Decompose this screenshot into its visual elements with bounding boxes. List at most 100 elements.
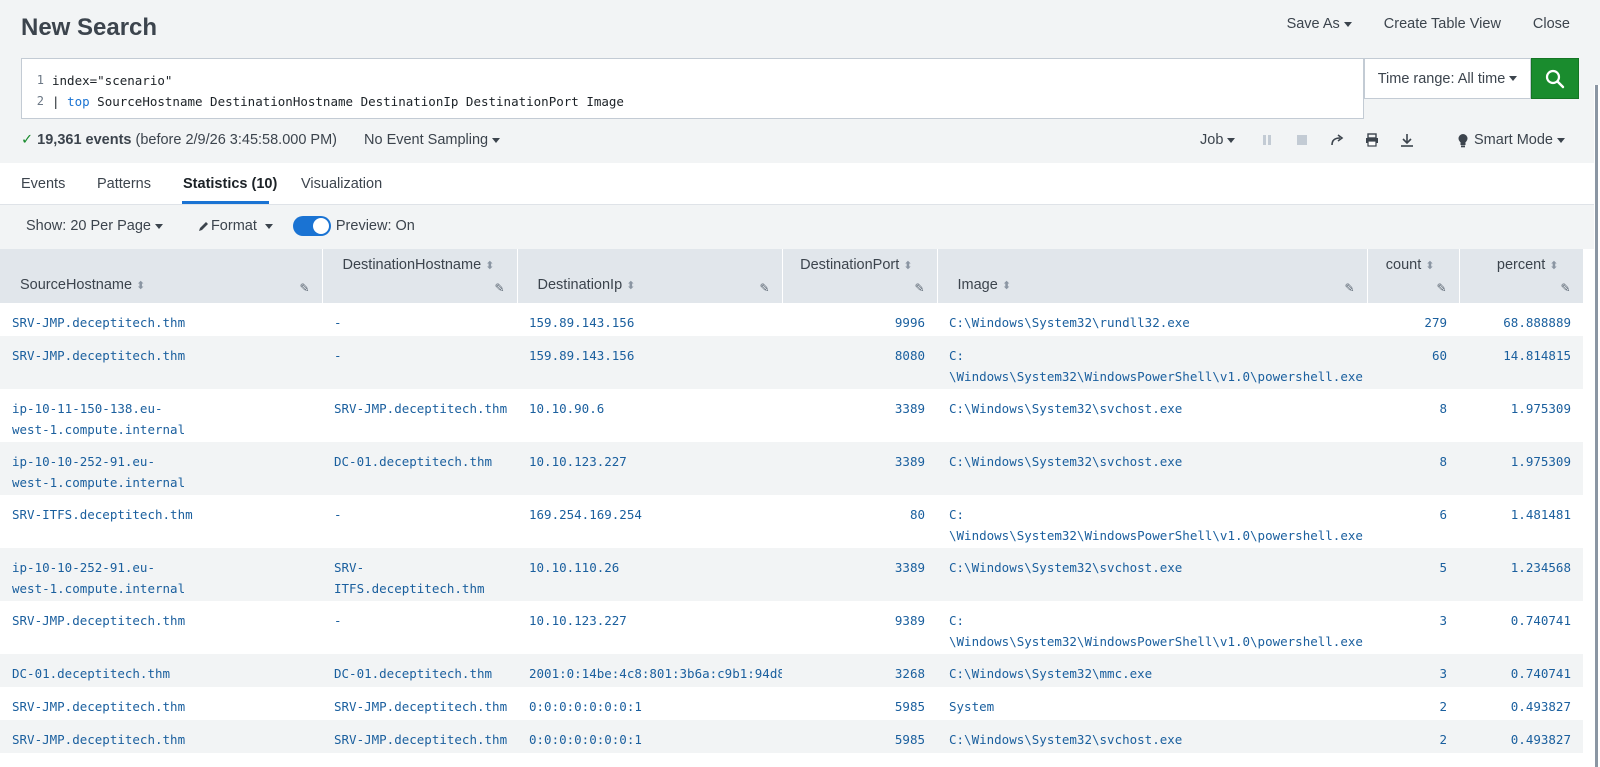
column-header-source-hostname[interactable]: SourceHostname ⬍ ✎ <box>0 249 323 303</box>
sort-icon[interactable]: ⬍ <box>903 260 912 272</box>
percent-cell[interactable]: 0.493827 <box>1459 720 1583 753</box>
edit-column-icon[interactable]: ✎ <box>299 281 309 295</box>
count-cell[interactable]: 8 <box>1367 389 1459 442</box>
column-header-destination-hostname[interactable]: DestinationHostname ⬍ ✎ <box>322 249 518 303</box>
event-sampling-dropdown[interactable]: No Event Sampling <box>364 132 501 148</box>
edit-column-icon[interactable]: ✎ <box>1436 281 1446 295</box>
source-hostname-cell[interactable]: SRV-JMP.deceptitech.thm <box>0 336 322 389</box>
percent-cell[interactable]: 0.740741 <box>1459 601 1583 654</box>
destination-port-cell[interactable]: 5985 <box>782 687 937 720</box>
image-cell[interactable]: C: \Windows\System32\WindowsPowerShell\v1… <box>937 601 1367 654</box>
percent-cell[interactable]: 1.234568 <box>1459 548 1583 601</box>
create-table-view-button[interactable]: Create Table View <box>1384 16 1501 32</box>
percent-cell[interactable]: 68.888889 <box>1459 303 1583 336</box>
destination-ip-cell[interactable]: 10.10.123.227 <box>517 442 782 495</box>
source-hostname-cell[interactable]: SRV-JMP.deceptitech.thm <box>0 687 322 720</box>
per-page-dropdown[interactable]: Show: 20 Per Page <box>26 218 163 234</box>
tab-events[interactable]: Events <box>21 176 65 192</box>
destination-port-cell[interactable]: 8080 <box>782 336 937 389</box>
sort-icon[interactable]: ⬍ <box>136 280 145 292</box>
percent-cell[interactable]: 14.814815 <box>1459 336 1583 389</box>
destination-hostname-cell[interactable]: - <box>322 495 517 548</box>
column-header-destination-port[interactable]: DestinationPort ⬍ ✎ <box>782 249 938 303</box>
tab-statistics[interactable]: Statistics (10) <box>183 176 277 192</box>
destination-hostname-cell[interactable]: SRV-JMP.deceptitech.thm <box>322 687 517 720</box>
destination-ip-cell[interactable]: 10.10.110.26 <box>517 548 782 601</box>
destination-port-cell[interactable]: 3268 <box>782 654 937 687</box>
destination-port-cell[interactable]: 9996 <box>782 303 937 336</box>
source-hostname-cell[interactable]: SRV-JMP.deceptitech.thm <box>0 720 322 753</box>
destination-hostname-cell[interactable]: SRV- ITFS.deceptitech.thm <box>322 548 517 601</box>
pause-icon[interactable] <box>1249 134 1284 146</box>
sort-icon[interactable]: ⬍ <box>485 260 494 272</box>
job-dropdown[interactable]: Job <box>1200 132 1236 148</box>
destination-port-cell[interactable]: 5985 <box>782 720 937 753</box>
count-cell[interactable]: 2 <box>1367 720 1459 753</box>
source-hostname-cell[interactable]: SRV-JMP.deceptitech.thm <box>0 303 322 336</box>
destination-ip-cell[interactable]: 10.10.123.227 <box>517 601 782 654</box>
destination-ip-cell[interactable]: 2001:0:14be:4c8:801:3b6a:c9b1:94d8 <box>517 654 782 687</box>
count-cell[interactable]: 279 <box>1367 303 1459 336</box>
destination-ip-cell[interactable]: 159.89.143.156 <box>517 336 782 389</box>
destination-port-cell[interactable]: 3389 <box>782 389 937 442</box>
destination-ip-cell[interactable]: 10.10.90.6 <box>517 389 782 442</box>
destination-hostname-cell[interactable]: SRV-JMP.deceptitech.thm <box>322 720 517 753</box>
edit-column-icon[interactable]: ✎ <box>1344 281 1354 295</box>
percent-cell[interactable]: 1.975309 <box>1459 442 1583 495</box>
sort-icon[interactable]: ⬍ <box>1002 280 1011 292</box>
sort-icon[interactable]: ⬍ <box>1549 260 1558 272</box>
image-cell[interactable]: C:\Windows\System32\svchost.exe <box>937 442 1367 495</box>
column-header-image[interactable]: Image ⬍ ✎ <box>937 249 1368 303</box>
count-cell[interactable]: 3 <box>1367 654 1459 687</box>
download-icon[interactable] <box>1389 133 1424 147</box>
edit-column-icon[interactable]: ✎ <box>1560 281 1570 295</box>
destination-hostname-cell[interactable]: DC-01.deceptitech.thm <box>322 442 517 495</box>
image-cell[interactable]: C:\Windows\System32\svchost.exe <box>937 720 1367 753</box>
share-icon[interactable] <box>1319 133 1354 147</box>
source-hostname-cell[interactable]: ip-10-11-150-138.eu-west-1.compute.inter… <box>0 389 322 442</box>
column-header-destination-ip[interactable]: DestinationIp ⬍ ✎ <box>517 249 783 303</box>
sort-icon[interactable]: ⬍ <box>1425 260 1434 272</box>
count-cell[interactable]: 3 <box>1367 601 1459 654</box>
destination-ip-cell[interactable]: 159.89.143.156 <box>517 303 782 336</box>
tab-visualization[interactable]: Visualization <box>301 176 382 192</box>
count-cell[interactable]: 8 <box>1367 442 1459 495</box>
edit-column-icon[interactable]: ✎ <box>759 281 769 295</box>
destination-ip-cell[interactable]: 0:0:0:0:0:0:0:1 <box>517 720 782 753</box>
percent-cell[interactable]: 0.740741 <box>1459 654 1583 687</box>
count-cell[interactable]: 6 <box>1367 495 1459 548</box>
edit-column-icon[interactable]: ✎ <box>914 281 924 295</box>
percent-cell[interactable]: 0.493827 <box>1459 687 1583 720</box>
scrollbar[interactable] <box>1594 85 1600 767</box>
close-button[interactable]: Close <box>1533 16 1570 32</box>
search-query-editor[interactable]: 1 2 index="scenario" | top SourceHostname… <box>21 58 1364 119</box>
destination-hostname-cell[interactable]: - <box>322 336 517 389</box>
stop-icon[interactable] <box>1284 134 1319 146</box>
percent-cell[interactable]: 1.481481 <box>1459 495 1583 548</box>
time-range-picker[interactable]: Time range: All time <box>1364 58 1531 99</box>
image-cell[interactable]: C: \Windows\System32\WindowsPowerShell\v1… <box>937 336 1367 389</box>
destination-ip-cell[interactable]: 169.254.169.254 <box>517 495 782 548</box>
image-cell[interactable]: System <box>937 687 1367 720</box>
image-cell[interactable]: C: \Windows\System32\WindowsPowerShell\v1… <box>937 495 1367 548</box>
source-hostname-cell[interactable]: ip-10-10-252-91.eu-west-1.compute.intern… <box>0 442 322 495</box>
edit-column-icon[interactable]: ✎ <box>494 281 504 295</box>
tab-patterns[interactable]: Patterns <box>97 176 151 192</box>
image-cell[interactable]: C:\Windows\System32\svchost.exe <box>937 548 1367 601</box>
format-dropdown[interactable]: Format <box>198 218 273 234</box>
destination-hostname-cell[interactable]: DC-01.deceptitech.thm <box>322 654 517 687</box>
destination-hostname-cell[interactable]: SRV-JMP.deceptitech.thm <box>322 389 517 442</box>
source-hostname-cell[interactable]: SRV-ITFS.deceptitech.thm <box>0 495 322 548</box>
destination-port-cell[interactable]: 3389 <box>782 442 937 495</box>
source-hostname-cell[interactable]: DC-01.deceptitech.thm <box>0 654 322 687</box>
destination-hostname-cell[interactable]: - <box>322 303 517 336</box>
count-cell[interactable]: 2 <box>1367 687 1459 720</box>
image-cell[interactable]: C:\Windows\System32\svchost.exe <box>937 389 1367 442</box>
destination-port-cell[interactable]: 80 <box>782 495 937 548</box>
search-button[interactable] <box>1531 58 1579 99</box>
image-cell[interactable]: C:\Windows\System32\mmc.exe <box>937 654 1367 687</box>
search-mode-dropdown[interactable]: Smart Mode <box>1457 132 1565 148</box>
print-icon[interactable] <box>1354 133 1389 147</box>
sort-icon[interactable]: ⬍ <box>626 280 635 292</box>
save-as-button[interactable]: Save As <box>1287 16 1352 32</box>
